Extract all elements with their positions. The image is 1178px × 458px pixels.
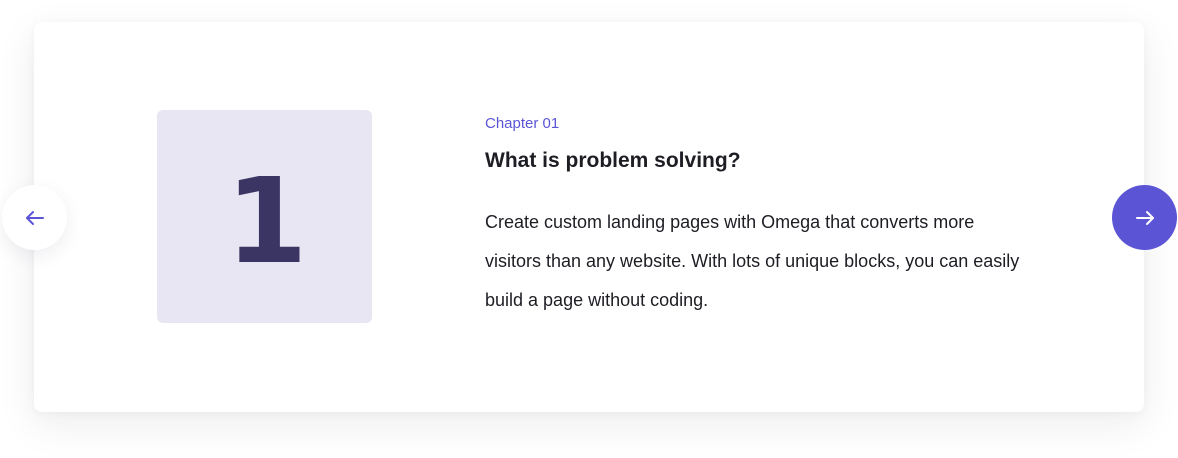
chapter-label: Chapter 01 <box>485 115 560 132</box>
chapter-number: 1 <box>225 151 307 290</box>
arrow-right-icon <box>1133 206 1157 230</box>
slide-title: What is problem solving? <box>485 149 741 172</box>
slide-card: 1 Chapter 01 What is problem solving? Cr… <box>34 22 1144 412</box>
previous-slide-button[interactable] <box>2 185 67 250</box>
slide-description: Create custom landing pages with Omega t… <box>485 212 1020 310</box>
slide-content: Chapter 01 What is problem solving? Crea… <box>485 114 1025 320</box>
chapter-number-box: 1 <box>157 110 372 323</box>
arrow-left-icon <box>23 206 47 230</box>
next-slide-button[interactable] <box>1112 185 1177 250</box>
